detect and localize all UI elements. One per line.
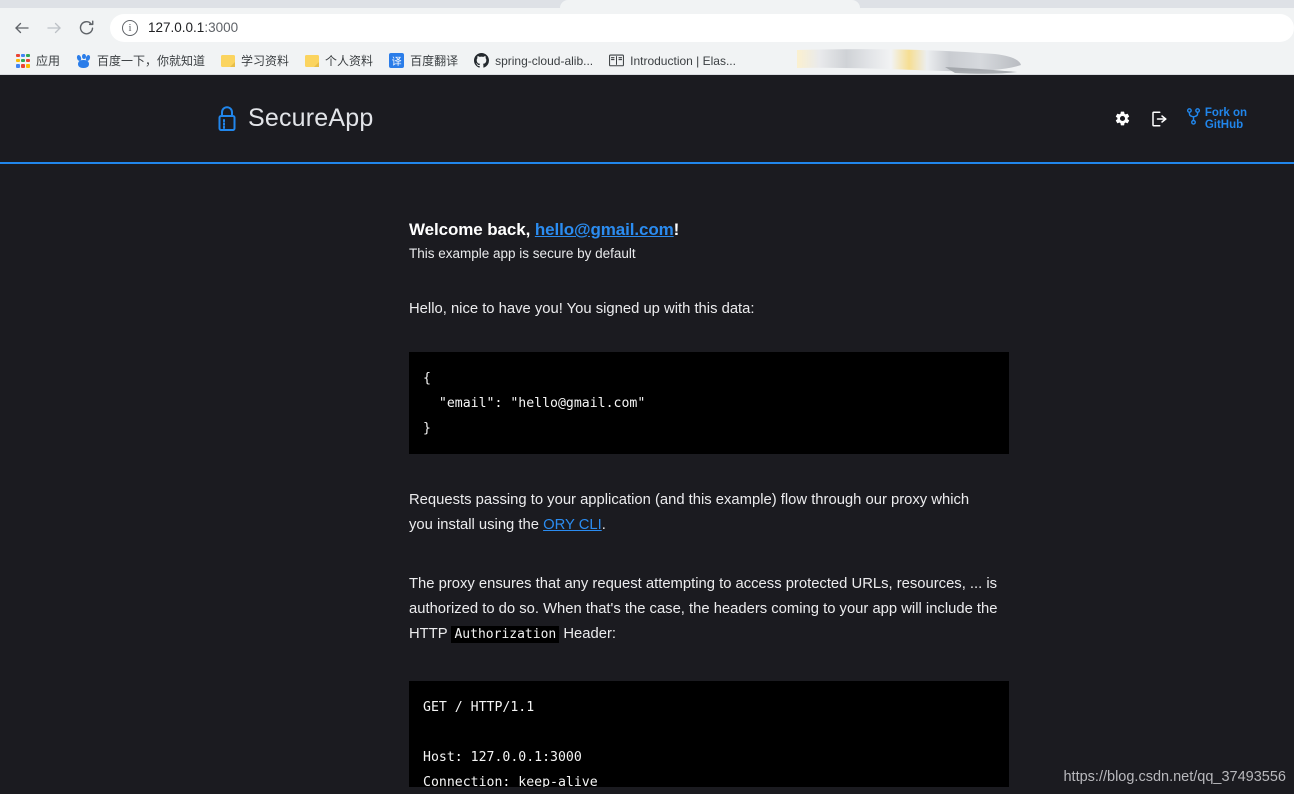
- tab-strip-background: [0, 0, 560, 8]
- brand-name: SecureApp: [248, 104, 374, 133]
- bookmark-label: 百度翻译: [410, 52, 458, 69]
- signup-data-code-block: { "email": "hello@gmail.com" }: [409, 352, 1009, 454]
- tab-strip: [0, 0, 1294, 8]
- bookmark-study-folder[interactable]: 学习资料: [213, 49, 297, 73]
- github-icon: [474, 53, 489, 68]
- browser-chrome: i 127.0.0.1:3000 应用 百度一下，你就知道 学习资料 个人资料: [0, 0, 1294, 75]
- welcome-prefix: Welcome back,: [409, 220, 535, 239]
- welcome-heading: Welcome back, hello@gmail.com!: [409, 220, 1009, 240]
- tab-strip-tail: [860, 0, 1294, 8]
- bookmark-label: 百度一下，你就知道: [97, 52, 205, 69]
- bookmark-spring-cloud-alibaba[interactable]: spring-cloud-alib...: [466, 49, 601, 73]
- proxy-text-part2: .: [602, 517, 606, 533]
- bookmark-baidu-fanyi[interactable]: 译 百度翻译: [381, 49, 466, 73]
- proxy-text-part1: Requests passing to your application (an…: [409, 492, 969, 533]
- brand[interactable]: SecureApp: [216, 104, 374, 133]
- gear-icon[interactable]: [1114, 110, 1131, 127]
- bookmark-label: 学习资料: [241, 52, 289, 69]
- redacted-bookmarks-smudge: [795, 48, 1023, 74]
- logout-icon[interactable]: [1150, 110, 1168, 128]
- git-fork-icon: [1187, 108, 1200, 130]
- watermark: https://blog.csdn.net/qq_37493556: [1063, 769, 1286, 785]
- bookmark-label: Introduction | Elas...: [630, 54, 736, 68]
- active-tab[interactable]: [560, 0, 860, 8]
- folder-icon: [305, 55, 319, 67]
- header-actions: Fork on GitHub: [1114, 107, 1247, 131]
- welcome-email-link[interactable]: hello@gmail.com: [535, 220, 674, 239]
- auth-text-part2: Header:: [559, 626, 616, 642]
- fork-on-github-label: Fork on GitHub: [1205, 107, 1247, 131]
- ory-cli-link[interactable]: ORY CLI: [543, 517, 602, 533]
- bookmark-apps[interactable]: 应用: [8, 49, 68, 73]
- bookmark-label: spring-cloud-alib...: [495, 54, 593, 68]
- browser-toolbar: i 127.0.0.1:3000: [0, 8, 1294, 47]
- forward-arrow-icon[interactable]: [38, 12, 70, 44]
- bookmarks-bar: 应用 百度一下，你就知道 学习资料 个人资料 译 百度翻译 spring-clo…: [0, 47, 1294, 75]
- bookmark-elastic-introduction[interactable]: Introduction | Elas...: [601, 49, 744, 73]
- baidu-fanyi-icon: 译: [389, 53, 404, 68]
- proxy-paragraph: Requests passing to your application (an…: [409, 488, 989, 538]
- bookmark-personal-folder[interactable]: 个人资料: [297, 49, 381, 73]
- bookmark-label: 应用: [36, 52, 60, 69]
- lock-icon: [216, 105, 238, 133]
- info-circle-icon[interactable]: i: [122, 20, 138, 36]
- main-content: Welcome back, hello@gmail.com! This exam…: [0, 164, 1294, 787]
- bookmark-label: 个人资料: [325, 52, 373, 69]
- app-header: SecureApp: [0, 75, 1294, 164]
- folder-icon: [221, 55, 235, 67]
- welcome-suffix: !: [674, 220, 680, 239]
- authorization-inline-code: Authorization: [451, 626, 559, 643]
- welcome-subtitle: This example app is secure by default: [409, 246, 1009, 261]
- book-icon: [609, 53, 624, 68]
- baidu-paw-icon: [76, 53, 91, 68]
- back-arrow-icon[interactable]: [6, 12, 38, 44]
- address-bar[interactable]: i 127.0.0.1:3000: [110, 14, 1294, 42]
- apps-grid-icon: [16, 54, 30, 68]
- authorization-paragraph: The proxy ensures that any request attem…: [409, 572, 999, 647]
- url-host: 127.0.0.1: [148, 20, 204, 35]
- url-port: :3000: [204, 20, 238, 35]
- app-page: SecureApp: [0, 75, 1294, 793]
- signup-intro-paragraph: Hello, nice to have you! You signed up w…: [409, 297, 1009, 322]
- fork-on-github-link[interactable]: Fork on GitHub: [1187, 107, 1247, 131]
- reload-icon[interactable]: [70, 12, 102, 44]
- http-request-code-block: GET / HTTP/1.1 Host: 127.0.0.1:3000 Conn…: [409, 681, 1009, 787]
- bookmark-baidu[interactable]: 百度一下，你就知道: [68, 49, 213, 73]
